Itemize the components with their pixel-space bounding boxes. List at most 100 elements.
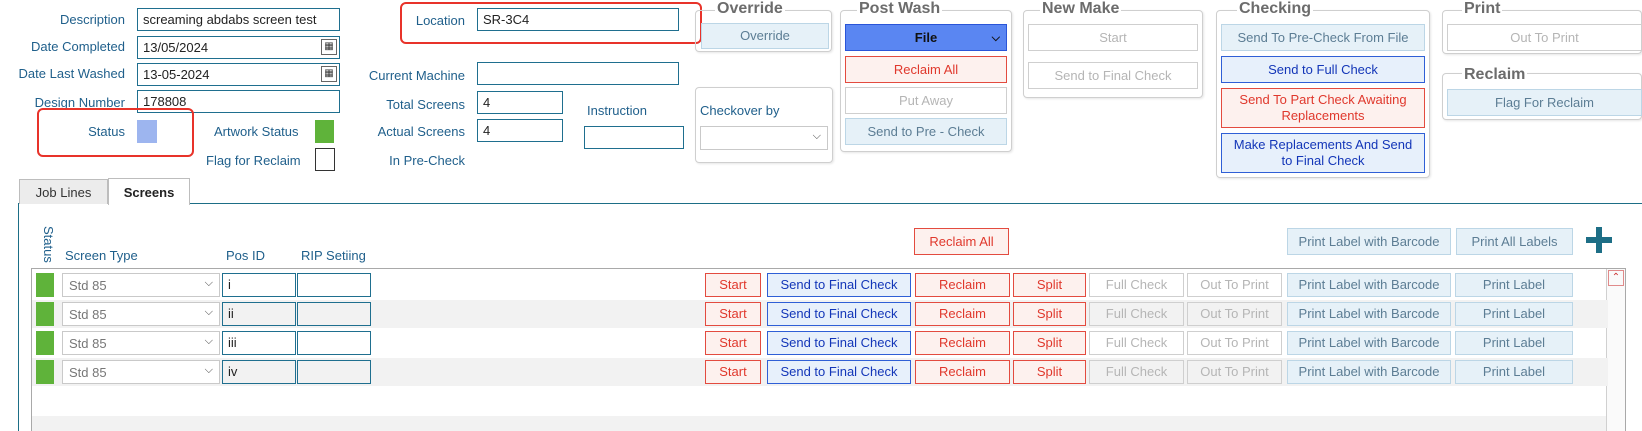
description-field[interactable]: screaming abdabs screen test xyxy=(137,8,340,31)
row-split-button[interactable]: Split xyxy=(1013,360,1086,384)
row-send-final-button[interactable]: Send to Final Check xyxy=(767,302,911,326)
instruction-field[interactable] xyxy=(584,126,684,149)
date-completed-value: 13/05/2024 xyxy=(143,40,209,55)
put-away-button[interactable]: Put Away xyxy=(845,87,1007,114)
checkover-label: Checkover by xyxy=(700,103,780,118)
rip-setting-field[interactable] xyxy=(297,360,371,384)
row-start-button[interactable]: Start xyxy=(705,273,761,297)
plus-icon[interactable] xyxy=(1586,227,1612,253)
send-pre-check-from-file-button[interactable]: Send To Pre-Check From File xyxy=(1221,24,1425,51)
pos-id-field[interactable]: iii xyxy=(222,331,296,355)
screen-type-select[interactable]: Std 85 ⌵ xyxy=(62,360,220,384)
row-print-barcode-button[interactable]: Print Label with Barcode xyxy=(1287,302,1451,326)
row-split-button[interactable]: Split xyxy=(1013,331,1086,355)
pos-id-field[interactable]: iv xyxy=(222,360,296,384)
row-split-button[interactable]: Split xyxy=(1013,273,1086,297)
post-wash-file-select[interactable]: File ⌵ xyxy=(845,24,1007,51)
row-status-indicator xyxy=(36,360,54,384)
screen-type-column-header: Screen Type xyxy=(65,248,138,263)
row-full-check-button[interactable]: Full Check xyxy=(1089,360,1184,384)
flag-for-reclaim-checkbox[interactable] xyxy=(315,148,335,171)
scroll-up-icon[interactable]: ⌃ xyxy=(1608,270,1624,286)
row-full-check-button[interactable]: Full Check xyxy=(1089,302,1184,326)
row-send-final-button[interactable]: Send to Final Check xyxy=(767,273,911,297)
checkover-select[interactable]: ⌵ xyxy=(700,126,828,150)
row-split-button[interactable]: Split xyxy=(1013,302,1086,326)
row-print-label-button[interactable]: Print Label xyxy=(1455,273,1573,297)
row-out-to-print-button[interactable]: Out To Print xyxy=(1187,273,1282,297)
override-button[interactable]: Override xyxy=(701,23,829,49)
row-send-final-button[interactable]: Send to Final Check xyxy=(767,331,911,355)
row-reclaim-button[interactable]: Reclaim xyxy=(915,331,1010,355)
screen-type-select[interactable]: Std 85 ⌵ xyxy=(62,302,220,326)
send-to-full-check-button[interactable]: Send to Full Check xyxy=(1221,56,1425,83)
row-print-barcode-button[interactable]: Print Label with Barcode xyxy=(1287,331,1451,355)
out-to-print-button[interactable]: Out To Print xyxy=(1447,24,1642,51)
row-status-indicator xyxy=(36,273,54,297)
send-to-part-check-button[interactable]: Send To Part Check Awaiting Replacements xyxy=(1221,88,1425,128)
row-start-button[interactable]: Start xyxy=(705,302,761,326)
actual-screens-field[interactable]: 4 xyxy=(477,119,563,142)
pos-id-field[interactable]: i xyxy=(222,273,296,297)
new-make-send-final-button[interactable]: Send to Final Check xyxy=(1028,62,1198,89)
row-out-to-print-button[interactable]: Out To Print xyxy=(1187,360,1282,384)
screen-type-value: Std 85 xyxy=(69,365,107,380)
chevron-down-icon: ⌵ xyxy=(991,32,1000,44)
pos-id-field[interactable]: ii xyxy=(222,302,296,326)
scrollbar[interactable]: ⌃ xyxy=(1606,269,1625,431)
row-print-barcode-button[interactable]: Print Label with Barcode xyxy=(1287,273,1451,297)
calendar-icon[interactable]: ▦ xyxy=(321,39,337,55)
chevron-down-icon: ⌵ xyxy=(204,364,213,376)
new-make-start-button[interactable]: Start xyxy=(1028,24,1198,51)
total-screens-field[interactable]: 4 xyxy=(477,91,563,114)
table-row: Std 85 ⌵ i Start Send to Final Check Recl… xyxy=(32,271,1608,299)
date-completed-field[interactable]: 13/05/2024 ▦ xyxy=(137,36,340,59)
row-start-button[interactable]: Start xyxy=(705,360,761,384)
row-print-label-button[interactable]: Print Label xyxy=(1455,360,1573,384)
actual-screens-label: Actual Screens xyxy=(377,124,465,139)
post-wash-title: Post Wash xyxy=(857,0,943,18)
screen-type-value: Std 85 xyxy=(69,278,107,293)
date-last-washed-field[interactable]: 13-05-2024 ▦ xyxy=(137,63,340,86)
location-field[interactable]: SR-3C4 xyxy=(477,8,679,31)
artwork-status-label: Artwork Status xyxy=(214,124,299,139)
post-wash-reclaim-all-button[interactable]: Reclaim All xyxy=(845,56,1007,83)
row-print-label-button[interactable]: Print Label xyxy=(1455,302,1573,326)
send-to-pre-check-button[interactable]: Send to Pre - Check xyxy=(845,118,1007,145)
row-print-barcode-button[interactable]: Print Label with Barcode xyxy=(1287,360,1451,384)
rip-setting-field[interactable] xyxy=(297,302,371,326)
row-out-to-print-button[interactable]: Out To Print xyxy=(1187,302,1282,326)
instruction-label: Instruction xyxy=(587,103,647,118)
calendar-icon[interactable]: ▦ xyxy=(321,66,337,82)
print-all-labels-button[interactable]: Print All Labels xyxy=(1456,228,1573,255)
screen-type-select[interactable]: Std 85 ⌵ xyxy=(62,331,220,355)
row-reclaim-button[interactable]: Reclaim xyxy=(915,360,1010,384)
row-full-check-button[interactable]: Full Check xyxy=(1089,331,1184,355)
row-send-final-button[interactable]: Send to Final Check xyxy=(767,360,911,384)
screen-type-value: Std 85 xyxy=(69,307,107,322)
current-machine-field[interactable] xyxy=(477,62,679,85)
print-label-with-barcode-all-button[interactable]: Print Label with Barcode xyxy=(1287,228,1451,255)
rip-setting-field[interactable] xyxy=(297,273,371,297)
screen-type-select[interactable]: Std 85 ⌵ xyxy=(62,273,220,297)
row-full-check-button[interactable]: Full Check xyxy=(1089,273,1184,297)
screens-reclaim-all-button[interactable]: Reclaim All xyxy=(914,228,1009,255)
row-reclaim-button[interactable]: Reclaim xyxy=(915,273,1010,297)
table-row: Std 85 ⌵ iii Start Send to Final Check Re… xyxy=(32,329,1608,357)
row-start-button[interactable]: Start xyxy=(705,331,761,355)
tab-screens[interactable]: Screens xyxy=(108,178,190,205)
in-precheck-label: In Pre-Check xyxy=(389,153,465,168)
make-replacements-button[interactable]: Make Replacements And Send to Final Chec… xyxy=(1221,133,1425,173)
tab-job-lines[interactable]: Job Lines xyxy=(19,179,108,204)
rip-setting-field[interactable] xyxy=(297,331,371,355)
row-reclaim-button[interactable]: Reclaim xyxy=(915,302,1010,326)
row-print-label-button[interactable]: Print Label xyxy=(1455,331,1573,355)
chevron-down-icon: ⌵ xyxy=(204,306,213,318)
row-out-to-print-button[interactable]: Out To Print xyxy=(1187,331,1282,355)
status-header-text: Status xyxy=(41,226,56,263)
tab-strip-line xyxy=(18,203,1642,204)
flag-for-reclaim-button[interactable]: Flag For Reclaim xyxy=(1447,89,1642,116)
override-title: Override xyxy=(715,0,785,18)
date-completed-label: Date Completed xyxy=(31,39,125,54)
panel-left-border xyxy=(18,204,19,431)
